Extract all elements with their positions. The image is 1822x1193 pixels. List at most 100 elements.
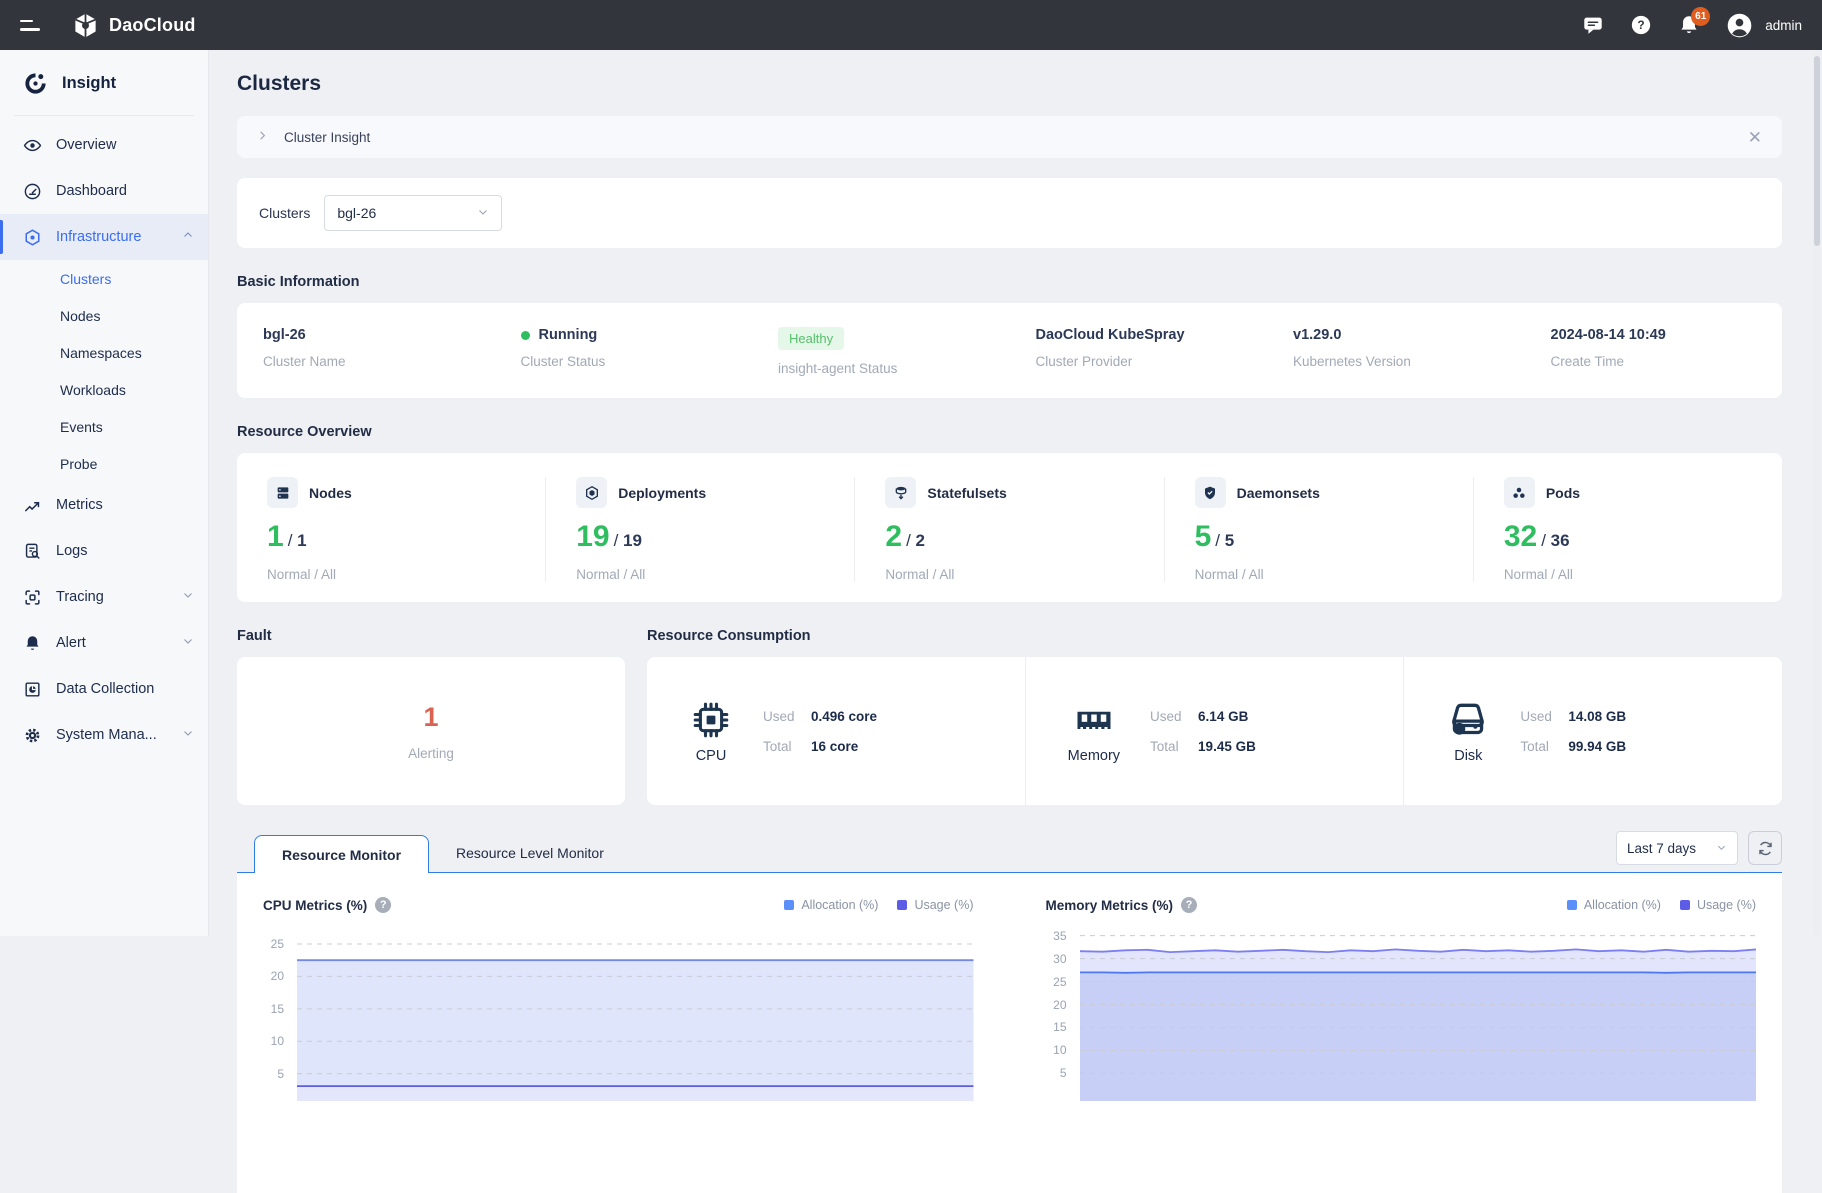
- sidebar-item-overview[interactable]: Overview: [0, 122, 208, 168]
- sidebar-item-probe[interactable]: Probe: [0, 445, 208, 482]
- allocation-swatch: [784, 900, 794, 910]
- sidebar-item-data-collection[interactable]: Data Collection: [0, 666, 208, 712]
- memory-chart-canvas[interactable]: [1080, 931, 1757, 1101]
- avatar[interactable]: [1726, 12, 1753, 39]
- sidebar-item-label: Alert: [56, 635, 86, 651]
- disk-label: Disk: [1454, 748, 1482, 764]
- daocloud-logo: DaoCloud: [72, 12, 196, 39]
- chevron-down-icon: [182, 635, 194, 651]
- field-label: insight-agent Status: [778, 361, 1010, 376]
- create-time-field: 2024-08-14 10:49 Create Time: [1525, 327, 1783, 376]
- chat-icon[interactable]: [1582, 14, 1604, 36]
- cluster-select[interactable]: bgl-26: [324, 195, 502, 231]
- sidebar-item-clusters[interactable]: Clusters: [0, 260, 208, 297]
- alerting-count: 1: [423, 702, 438, 733]
- sidebar-item-events[interactable]: Events: [0, 408, 208, 445]
- insight-logo-icon: [22, 70, 49, 97]
- sidebar-item-label: Nodes: [60, 308, 100, 324]
- fault-title: Fault: [237, 628, 625, 644]
- cpu-chart-legend: Allocation (%) Usage (%): [784, 898, 973, 912]
- sidebar-item-nodes[interactable]: Nodes: [0, 297, 208, 334]
- y-axis-ticks: 252015105: [263, 931, 291, 1101]
- filter-label: Clusters: [259, 205, 310, 221]
- sidebar-item-alert[interactable]: Alert: [0, 620, 208, 666]
- chevron-up-icon: [182, 229, 194, 245]
- cpu-total-value: 16 core: [811, 739, 858, 754]
- metrics-icon: [23, 496, 42, 515]
- sidebar-item-label: Probe: [60, 456, 97, 472]
- tab-resource-level-monitor[interactable]: Resource Level Monitor: [429, 834, 631, 872]
- help-circle-icon[interactable]: ?: [375, 897, 391, 913]
- stat-statefulsets: Statefulsets 22 Normal / All: [854, 477, 1163, 582]
- cpu-label: CPU: [696, 748, 727, 764]
- sidebar-product: Insight: [0, 50, 208, 115]
- monitor-card: CPU Metrics (%) ? Allocation (%) Usage (…: [237, 873, 1782, 1193]
- stat-all-count: 2: [906, 531, 925, 551]
- sidebar-item-namespaces[interactable]: Namespaces: [0, 334, 208, 371]
- tab-resource-monitor[interactable]: Resource Monitor: [254, 835, 429, 873]
- create-time-value: 2024-08-14 10:49: [1551, 327, 1783, 343]
- sidebar-item-label: Overview: [56, 137, 116, 153]
- username: admin: [1765, 18, 1802, 33]
- field-label: Cluster Provider: [1036, 354, 1268, 369]
- field-label: Cluster Status: [521, 354, 753, 369]
- cluster-status-value: Running: [539, 327, 598, 343]
- stat-normal-count: 32: [1504, 520, 1537, 554]
- close-icon[interactable]: ✕: [1748, 129, 1762, 146]
- legend-label[interactable]: Usage (%): [914, 898, 973, 912]
- hamburger-menu-icon[interactable]: [0, 0, 54, 50]
- cluster-insight-banner[interactable]: Cluster Insight ✕: [237, 116, 1782, 158]
- legend-label[interactable]: Allocation (%): [801, 898, 878, 912]
- disk-icon: [1446, 698, 1490, 742]
- legend-label[interactable]: Allocation (%): [1584, 898, 1661, 912]
- bell-icon[interactable]: 61: [1678, 14, 1700, 36]
- svg-text:?: ?: [1638, 18, 1645, 32]
- stat-normal-count: 1: [267, 520, 284, 554]
- legend-label[interactable]: Usage (%): [1697, 898, 1756, 912]
- disk-total-value: 99.94 GB: [1568, 739, 1626, 754]
- sidebar-item-label: Events: [60, 419, 103, 435]
- tracing-icon: [23, 588, 42, 607]
- basic-information-card: bgl-26 Cluster Name Running Cluster Stat…: [237, 303, 1782, 398]
- sidebar-item-label: Infrastructure: [56, 229, 141, 245]
- stat-name: Daemonsets: [1237, 485, 1320, 501]
- sidebar-item-metrics[interactable]: Metrics: [0, 482, 208, 528]
- time-range-select[interactable]: Last 7 days: [1616, 831, 1738, 865]
- sidebar-product-label: Insight: [62, 74, 116, 93]
- sidebar-item-logs[interactable]: Logs: [0, 528, 208, 574]
- refresh-button[interactable]: [1748, 831, 1782, 865]
- sidebar-item-tracing[interactable]: Tracing: [0, 574, 208, 620]
- kubernetes-version-value: v1.29.0: [1293, 327, 1525, 343]
- total-label: Total: [1520, 739, 1554, 754]
- cpu-chart-canvas[interactable]: [297, 931, 974, 1101]
- notification-badge: 61: [1691, 7, 1710, 26]
- total-label: Total: [1150, 739, 1184, 754]
- cluster-status-field: Running Cluster Status: [495, 327, 753, 376]
- memory-metrics-chart: Memory Metrics (%) ? Allocation (%) Usag…: [1046, 897, 1757, 1113]
- stat-caption: Normal / All: [1504, 567, 1782, 582]
- usage-swatch: [897, 900, 907, 910]
- memory-label: Memory: [1068, 748, 1120, 764]
- help-circle-icon[interactable]: ?: [1181, 897, 1197, 913]
- status-dot: [521, 331, 530, 340]
- alert-bell-icon: [23, 634, 42, 653]
- stat-name: Statefulsets: [927, 485, 1006, 501]
- sidebar-item-infrastructure[interactable]: Infrastructure: [0, 214, 208, 260]
- cpu-icon: [689, 698, 733, 742]
- scrollbar-thumb[interactable]: [1814, 56, 1820, 246]
- resource-overview-card: Nodes 11 Normal / All Deployments 1919 N…: [237, 453, 1782, 602]
- vertical-scrollbar[interactable]: [1813, 52, 1821, 936]
- sidebar-item-system-management[interactable]: System Mana...: [0, 712, 208, 758]
- healthy-badge: Healthy: [778, 327, 844, 350]
- sidebar-item-dashboard[interactable]: Dashboard: [0, 168, 208, 214]
- y-axis-ticks: 3530252015105: [1046, 931, 1074, 1101]
- nodes-icon: [267, 477, 298, 508]
- sidebar-item-workloads[interactable]: Workloads: [0, 371, 208, 408]
- help-icon[interactable]: ?: [1630, 14, 1652, 36]
- chevron-right-icon[interactable]: [257, 128, 268, 146]
- cpu-chart-plot-area: 252015105: [263, 931, 974, 1101]
- monitor-tabs: Resource Monitor Resource Level Monitor …: [237, 831, 1782, 873]
- chevron-down-icon: [477, 205, 489, 221]
- chevron-down-icon: [1716, 841, 1727, 856]
- stat-name: Pods: [1546, 485, 1580, 501]
